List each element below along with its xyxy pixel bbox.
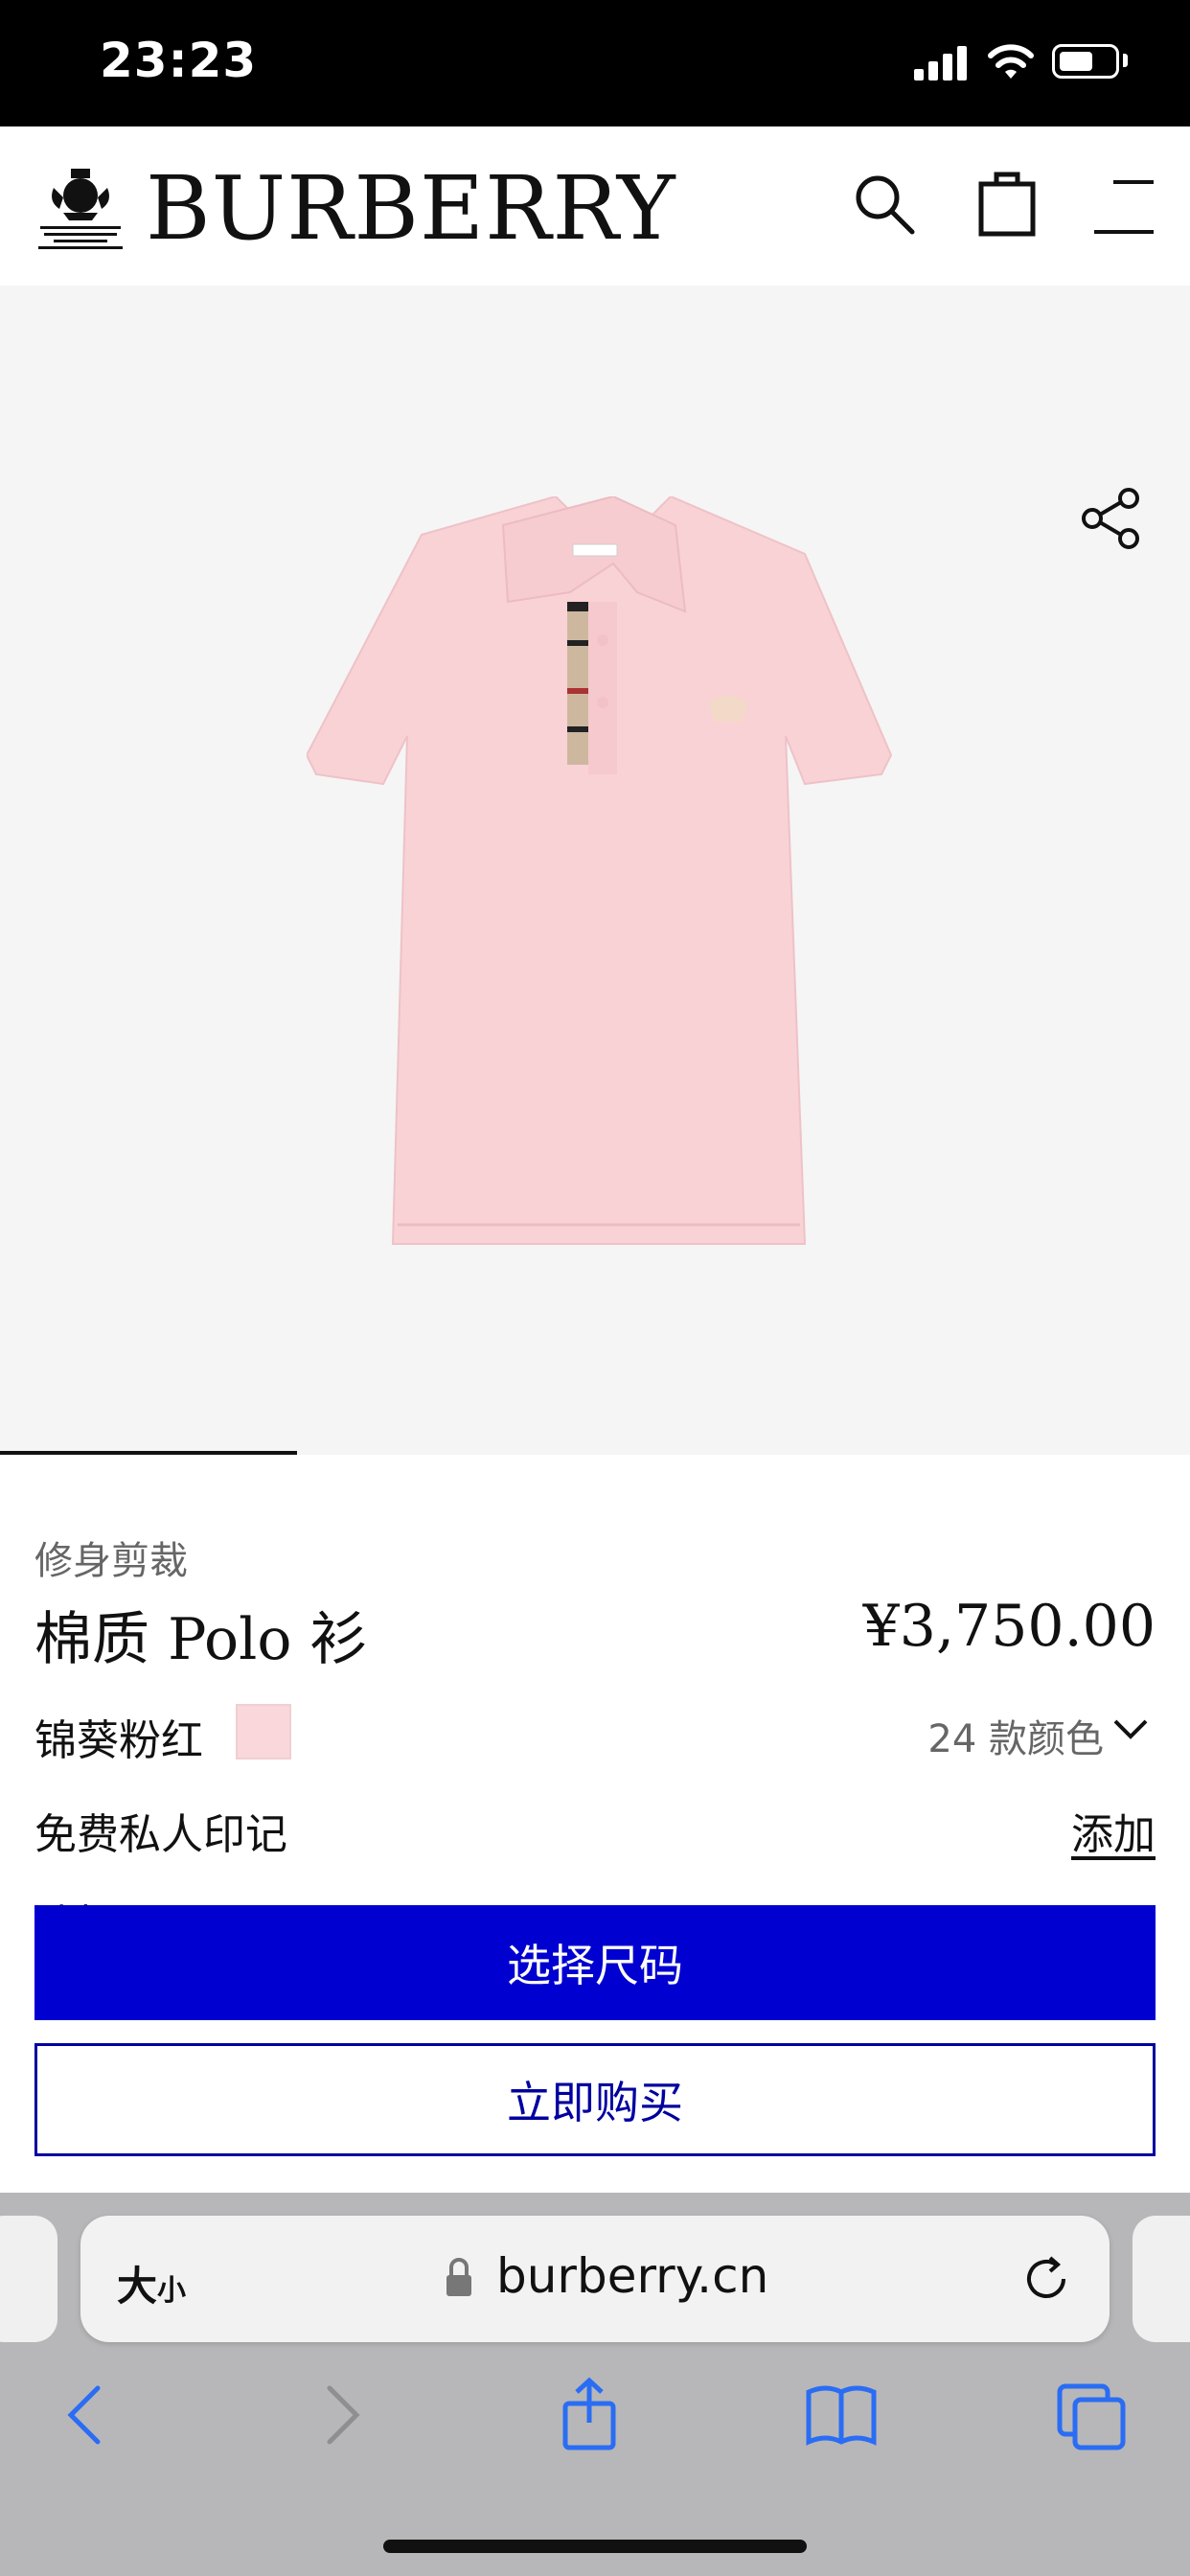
bag-icon[interactable]	[977, 169, 1037, 238]
buy-now-button[interactable]: 立即购买	[34, 2043, 1156, 2156]
product-image	[307, 496, 893, 1245]
bookmarks-icon[interactable]	[803, 2377, 880, 2453]
text-size-small: 小	[157, 2274, 187, 2308]
size-label-partial: 选择尺码	[34, 1888, 203, 1905]
next-tab-preview[interactable]	[1133, 2216, 1190, 2342]
product-price: ¥3,750.00	[862, 1593, 1156, 1660]
brand-wordmark[interactable]: BURBERRY	[146, 161, 676, 257]
home-indicator	[383, 2540, 807, 2553]
product-fit: 修身剪裁	[34, 1539, 188, 1583]
text-size-big: 大	[117, 2263, 158, 2310]
back-icon[interactable]	[57, 2377, 115, 2453]
forward-icon[interactable]	[312, 2377, 370, 2453]
text-size-button[interactable]: 大小	[117, 2254, 186, 2312]
product-image-gallery[interactable]	[0, 286, 1190, 1455]
previous-tab-preview[interactable]	[0, 2216, 57, 2342]
lock-icon	[446, 2258, 471, 2296]
add-monogram-link[interactable]: 添加	[1071, 1800, 1156, 1861]
select-size-button[interactable]: 选择尺码	[34, 1905, 1156, 2020]
signal-icon	[914, 46, 968, 80]
share-icon[interactable]	[556, 2377, 623, 2453]
chevron-down-icon[interactable]	[1111, 1715, 1150, 1744]
site-header: BURBERRY	[0, 126, 1190, 286]
address-bar[interactable]: 大小 burberry.cn	[80, 2216, 1110, 2342]
gallery-progress	[0, 1451, 297, 1455]
menu-icon[interactable]	[1092, 178, 1156, 236]
colors-count[interactable]: 24 款颜色	[927, 1708, 1104, 1763]
battery-cap	[1123, 54, 1128, 67]
url-text[interactable]: burberry.cn	[496, 2248, 768, 2304]
product-title: 棉质 Polo 衫	[34, 1606, 368, 1673]
battery-icon	[1052, 44, 1119, 79]
color-swatch[interactable]	[236, 1704, 291, 1760]
crest-logo[interactable]	[34, 159, 126, 255]
search-icon[interactable]	[851, 171, 918, 238]
reload-icon[interactable]	[1018, 2250, 1075, 2308]
tabs-icon[interactable]	[1054, 2377, 1131, 2453]
share-icon[interactable]	[1079, 485, 1146, 552]
status-bar: 23:23	[0, 0, 1190, 126]
monogram-label: 免费私人印记	[34, 1810, 287, 1859]
status-time: 23:23	[100, 33, 258, 88]
color-name: 锦葵粉红	[34, 1716, 203, 1765]
wifi-icon	[988, 44, 1034, 79]
